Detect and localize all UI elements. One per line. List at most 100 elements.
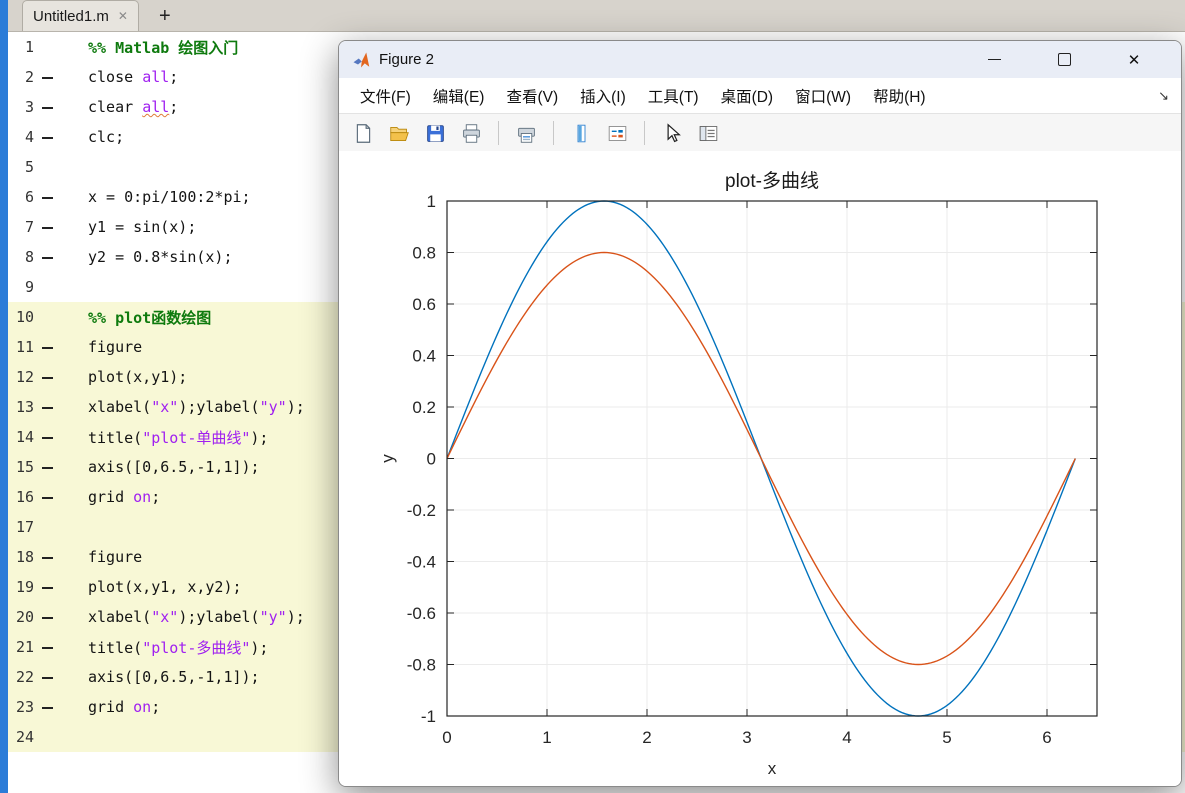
close-icon: ✕ xyxy=(1127,51,1141,69)
line-number[interactable]: 8 xyxy=(8,248,34,266)
tab-close-icon[interactable]: ✕ xyxy=(118,9,128,23)
line-number[interactable]: 20 xyxy=(8,608,34,626)
toolbar-insert-legend-button[interactable] xyxy=(603,120,631,146)
executable-line-marker[interactable] xyxy=(34,398,60,416)
line-number[interactable]: 13 xyxy=(8,398,34,416)
line-number[interactable]: 2 xyxy=(8,68,34,86)
menu-item-desktop[interactable]: 桌面(D) xyxy=(710,78,785,113)
line-number[interactable]: 18 xyxy=(8,548,34,566)
code-text: xlabel("x");ylabel("y"); xyxy=(88,398,305,416)
property-inspector-icon xyxy=(699,125,717,141)
line-number[interactable]: 11 xyxy=(8,338,34,356)
svg-text:0.4: 0.4 xyxy=(412,347,436,366)
executable-line-marker[interactable] xyxy=(34,668,60,686)
maximize-button[interactable] xyxy=(1041,41,1087,78)
toolbar-separator xyxy=(553,121,554,145)
executable-line-marker[interactable] xyxy=(34,218,60,236)
code-text: x = 0:pi/100:2*pi; xyxy=(88,188,251,206)
executable-line-marker[interactable] xyxy=(34,428,60,446)
executable-line-marker[interactable] xyxy=(34,188,60,206)
executable-line-marker[interactable] xyxy=(34,248,60,266)
toolbar-property-inspector-button[interactable] xyxy=(694,120,722,146)
menu-item-window[interactable]: 窗口(W) xyxy=(784,78,862,113)
executable-line-marker[interactable] xyxy=(34,488,60,506)
line-number[interactable]: 24 xyxy=(8,728,34,746)
toolbar-insert-colorbar-button[interactable] xyxy=(567,120,595,146)
line-number[interactable]: 19 xyxy=(8,578,34,596)
line-number[interactable]: 17 xyxy=(8,518,34,536)
line-number[interactable]: 1 xyxy=(8,38,34,56)
toolbar-print-preview-button[interactable] xyxy=(512,120,540,146)
executable-line-marker[interactable] xyxy=(34,338,60,356)
svg-text:plot-多曲线: plot-多曲线 xyxy=(725,170,819,192)
menu-item-edit[interactable]: 编辑(E) xyxy=(422,78,496,113)
line-number[interactable]: 16 xyxy=(8,488,34,506)
line-number[interactable]: 3 xyxy=(8,98,34,116)
line-number[interactable]: 6 xyxy=(8,188,34,206)
svg-text:0: 0 xyxy=(427,450,436,469)
executable-line-marker[interactable] xyxy=(34,128,60,146)
figure-toolbar xyxy=(339,114,1181,153)
line-number[interactable]: 7 xyxy=(8,218,34,236)
line-number[interactable]: 12 xyxy=(8,368,34,386)
toolbar-separator xyxy=(498,121,499,145)
minimize-button[interactable] xyxy=(971,41,1017,78)
figure-title-bar[interactable]: Figure 2 ✕ xyxy=(339,41,1181,78)
svg-text:0.8: 0.8 xyxy=(412,244,436,263)
menu-item-view[interactable]: 查看(V) xyxy=(495,78,569,113)
line-number[interactable]: 14 xyxy=(8,428,34,446)
executable-line-marker[interactable] xyxy=(34,458,60,476)
toolbar-separator xyxy=(644,121,645,145)
executable-line-marker[interactable] xyxy=(34,698,60,716)
insert-legend-icon xyxy=(608,125,626,141)
line-number[interactable]: 9 xyxy=(8,278,34,296)
tab-untitled1[interactable]: Untitled1.m ✕ xyxy=(22,0,139,31)
executable-line-marker[interactable] xyxy=(34,368,60,386)
line-number[interactable]: 15 xyxy=(8,458,34,476)
toolbar-print-figure-button[interactable] xyxy=(457,120,485,146)
menu-item-help[interactable]: 帮助(H) xyxy=(862,78,937,113)
code-text: y1 = sin(x); xyxy=(88,218,197,236)
line-number[interactable]: 23 xyxy=(8,698,34,716)
code-text: figure xyxy=(88,338,143,356)
line-number[interactable]: 22 xyxy=(8,668,34,686)
line-number[interactable]: 21 xyxy=(8,638,34,656)
line-number[interactable]: 10 xyxy=(8,308,34,326)
line-number[interactable]: 5 xyxy=(8,158,34,176)
toolbar-new-figure-button[interactable] xyxy=(349,120,377,146)
svg-text:x: x xyxy=(768,759,777,778)
code-text: plot(x,y1, x,y2); xyxy=(88,578,242,596)
close-button[interactable]: ✕ xyxy=(1111,41,1157,78)
dock-arrow-icon[interactable]: ↘ xyxy=(1158,78,1169,113)
menu-item-tools[interactable]: 工具(T) xyxy=(637,78,710,113)
toolbar-open-file-button[interactable] xyxy=(385,120,413,146)
svg-text:2: 2 xyxy=(642,728,651,747)
toolbar-edit-plot-button[interactable] xyxy=(658,120,686,146)
executable-line-marker[interactable] xyxy=(34,98,60,116)
code-text: title("plot-单曲线"); xyxy=(88,428,269,447)
code-text: %% Matlab 绘图入门 xyxy=(88,38,239,57)
new-tab-button[interactable]: + xyxy=(151,1,179,31)
menu-item-insert[interactable]: 插入(I) xyxy=(569,78,637,113)
svg-text:1: 1 xyxy=(427,192,436,211)
svg-text:0.6: 0.6 xyxy=(412,295,436,314)
executable-line-marker[interactable] xyxy=(34,68,60,86)
svg-text:-0.4: -0.4 xyxy=(407,553,436,572)
plot-canvas: 0 1 2 3 4 5 6 -1 -0.8 -0.6 -0.4 -0.2 0 0.2 0.4 0.6 0.8 1 p… xyxy=(339,151,1181,786)
code-text: clear all; xyxy=(88,98,179,116)
svg-text:y: y xyxy=(378,454,397,463)
matlab-icon xyxy=(353,52,370,67)
svg-text:0.2: 0.2 xyxy=(412,398,436,417)
line-number[interactable]: 4 xyxy=(8,128,34,146)
code-text: clc; xyxy=(88,128,125,146)
executable-line-marker[interactable] xyxy=(34,638,60,656)
toolbar-save-figure-button[interactable] xyxy=(421,120,449,146)
svg-text:-0.8: -0.8 xyxy=(407,656,436,675)
code-text: plot(x,y1); xyxy=(88,368,188,386)
executable-line-marker[interactable] xyxy=(34,578,60,596)
svg-text:5: 5 xyxy=(942,728,951,747)
executable-line-marker[interactable] xyxy=(34,608,60,626)
open-file-icon xyxy=(389,126,409,141)
menu-item-file[interactable]: 文件(F) xyxy=(349,78,422,113)
executable-line-marker[interactable] xyxy=(34,548,60,566)
